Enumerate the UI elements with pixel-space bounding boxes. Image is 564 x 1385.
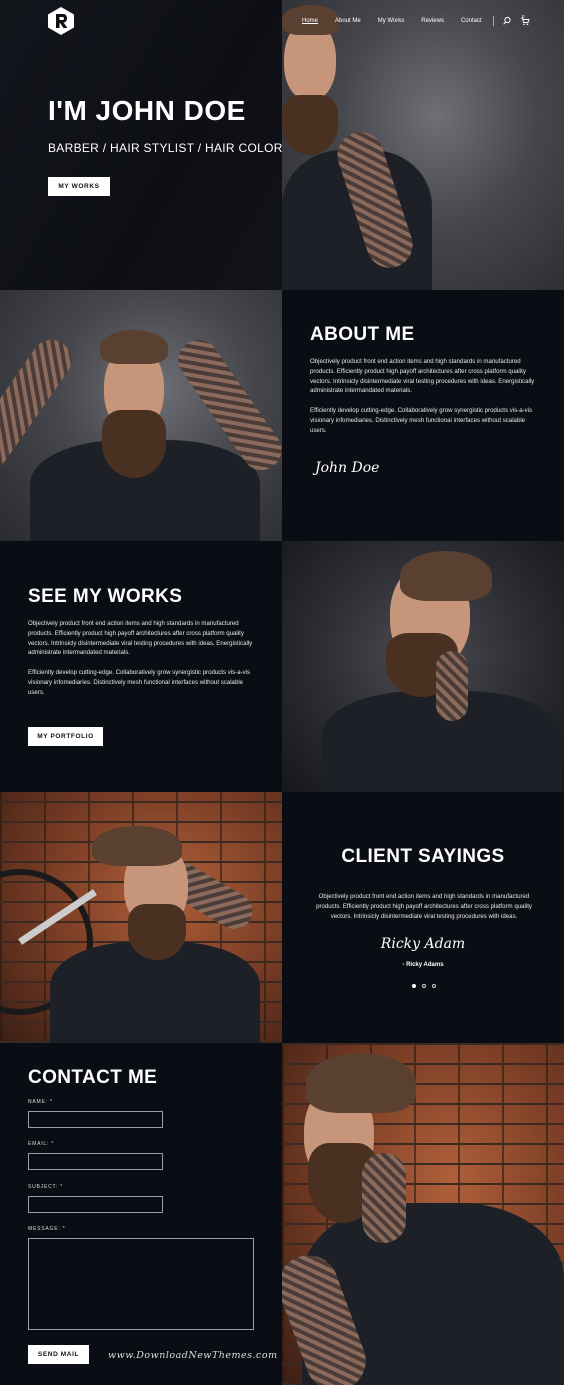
search-icon[interactable] (502, 16, 512, 26)
slider-dot[interactable] (432, 984, 436, 988)
my-portfolio-button[interactable]: MY PORTFOLIO (28, 727, 103, 746)
about-paragraph-1: Objectively product front end action ite… (310, 358, 535, 395)
contact-section: CONTACT ME NAME: * EMAIL: * SUBJECT: * M… (0, 1043, 564, 1385)
nav-item-home[interactable]: Home (302, 18, 318, 24)
message-label: MESSAGE: * (28, 1226, 66, 1232)
photo-hair (306, 1053, 416, 1113)
works-photo (282, 541, 564, 792)
photo-neck-tattoo (436, 651, 468, 721)
works-paragraph-2: Efficiently develop cutting-edge. Collab… (28, 669, 251, 696)
email-label: EMAIL: * (28, 1141, 55, 1147)
photo-beard (128, 904, 186, 960)
testimonials-photo (0, 792, 282, 1043)
photo-hair (92, 826, 182, 866)
contact-form-panel: CONTACT ME NAME: * EMAIL: * SUBJECT: * M… (0, 1043, 282, 1385)
name-field[interactable] (28, 1111, 163, 1128)
testimonial-slider-dots (412, 984, 436, 988)
testimonials-title: CLIENT SAYINGS (341, 846, 505, 867)
nav-item-my-works[interactable]: My Works (378, 18, 405, 24)
testimonial-author: - Ricky Adams (402, 962, 444, 968)
photo-beard (282, 95, 338, 155)
hero-title: I'M JOHN DOE (48, 95, 246, 126)
watermark-text: www.DownloadNewThemes.com (108, 1350, 278, 1361)
about-title: ABOUT ME (310, 324, 415, 345)
nav-item-about-me[interactable]: About Me (335, 18, 361, 24)
works-paragraph-1: Objectively product front end action ite… (28, 620, 253, 657)
hero-section: I'M JOHN DOE BARBER / HAIR STYLIST / HAI… (0, 0, 564, 290)
testimonials-section: CLIENT SAYINGS Objectively product front… (0, 792, 564, 1043)
works-text-panel: SEE MY WORKS Objectively product front e… (0, 541, 282, 792)
photo-beard (102, 410, 166, 478)
email-field[interactable] (28, 1153, 163, 1170)
testimonial-quote: Objectively product front end action ite… (316, 893, 532, 920)
photo-hair (100, 330, 168, 364)
main-nav: Home About Me My Works Reviews Contact (302, 14, 538, 28)
site-logo-icon[interactable] (46, 6, 76, 36)
nav-item-contact[interactable]: Contact (461, 18, 482, 24)
cart-count-badge: 0 (522, 14, 525, 19)
subject-label: SUBJECT: * (28, 1184, 63, 1190)
photo-hair (400, 551, 492, 601)
nav-item-reviews[interactable]: Reviews (421, 18, 444, 24)
nav-divider (492, 16, 494, 26)
contact-photo (282, 1043, 564, 1385)
slider-dot[interactable] (422, 984, 426, 988)
about-section: ABOUT ME Objectively product front end a… (0, 290, 564, 541)
about-signature: John Doe (315, 460, 380, 476)
hero-subtitle: BARBER / HAIR STYLIST / HAIR COLORIST (48, 141, 282, 155)
subject-field[interactable] (28, 1196, 163, 1213)
testimonials-text-panel: CLIENT SAYINGS Objectively product front… (282, 792, 564, 1043)
name-label: NAME: * (28, 1099, 53, 1105)
about-paragraph-2: Efficiently develop cutting-edge. Collab… (310, 407, 533, 434)
about-text-panel: ABOUT ME Objectively product front end a… (282, 290, 564, 541)
send-mail-button[interactable]: SEND MAIL (28, 1345, 89, 1364)
contact-title: CONTACT ME (28, 1067, 158, 1088)
slider-dot[interactable] (412, 984, 416, 988)
hero-text-panel: I'M JOHN DOE BARBER / HAIR STYLIST / HAI… (0, 0, 282, 290)
testimonial-signature: Ricky Adam (380, 936, 466, 952)
my-works-button[interactable]: MY WORKS (48, 177, 110, 196)
message-field[interactable] (28, 1238, 254, 1330)
hero-photo (282, 0, 564, 290)
works-title: SEE MY WORKS (28, 586, 183, 607)
about-photo (0, 290, 282, 541)
works-section: SEE MY WORKS Objectively product front e… (0, 541, 564, 792)
photo-neck-tattoo (362, 1153, 406, 1243)
